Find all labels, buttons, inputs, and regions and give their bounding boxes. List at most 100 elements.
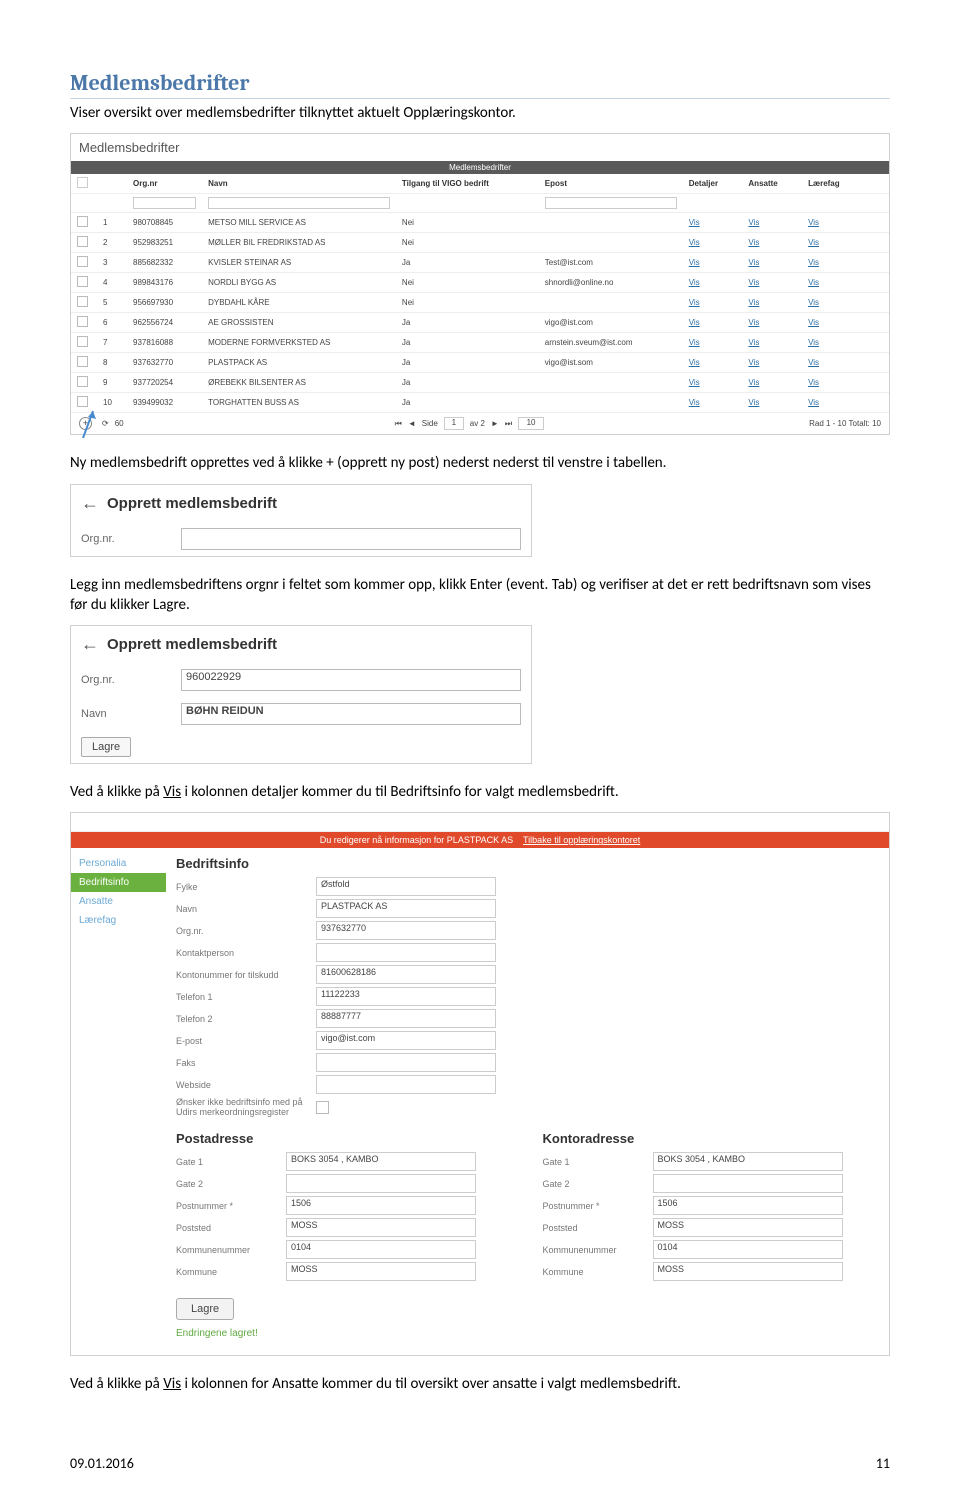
post-poststed-input[interactable]: MOSS: [286, 1218, 476, 1237]
kontor-gate2-input[interactable]: [653, 1174, 843, 1193]
vis-ansatte-link[interactable]: Vis: [748, 358, 759, 367]
vis-detaljer-link[interactable]: Vis: [689, 218, 700, 227]
orgnr-input[interactable]: [181, 528, 521, 550]
vis-ansatte-link[interactable]: Vis: [748, 218, 759, 227]
row-checkbox[interactable]: [77, 316, 88, 327]
row-checkbox[interactable]: [77, 256, 88, 267]
navn-input[interactable]: PLASTPACK AS: [316, 899, 496, 918]
col-detaljer[interactable]: Detaljer: [683, 174, 743, 194]
back-arrow-icon[interactable]: ←: [81, 634, 99, 655]
row-checkbox[interactable]: [77, 356, 88, 367]
webside-input[interactable]: [316, 1075, 496, 1094]
footer-date: 09.01.2016: [70, 1455, 134, 1472]
kontonr-input[interactable]: 81600628186: [316, 965, 496, 984]
row-number: 6: [97, 313, 127, 333]
vis-laerefag-link[interactable]: Vis: [808, 338, 819, 347]
post-kommunenr-input[interactable]: 0104: [286, 1240, 476, 1259]
select-all-checkbox[interactable]: [77, 177, 88, 188]
vis-detaljer-link[interactable]: Vis: [689, 318, 700, 327]
navn-input[interactable]: BØHN REIDUN: [181, 703, 521, 725]
screenshot-bedriftsinfo: Du redigerer nå informasjon for PLASTPAC…: [70, 812, 890, 1356]
col-ansatte[interactable]: Ansatte: [742, 174, 802, 194]
vis-ansatte-link[interactable]: Vis: [748, 338, 759, 347]
row-checkbox[interactable]: [77, 236, 88, 247]
post-gate2-input[interactable]: [286, 1174, 476, 1193]
vis-detaljer-link[interactable]: Vis: [689, 298, 700, 307]
sidebar-laerefag[interactable]: Lærefag: [71, 911, 166, 930]
col-orgnr[interactable]: Org.nr: [127, 174, 202, 194]
row-checkbox[interactable]: [77, 336, 88, 347]
kontor-poststed-input[interactable]: MOSS: [653, 1218, 843, 1237]
vis-laerefag-link[interactable]: Vis: [808, 318, 819, 327]
vis-laerefag-link[interactable]: Vis: [808, 258, 819, 267]
row-checkbox[interactable]: [77, 216, 88, 227]
vis-laerefag-link[interactable]: Vis: [808, 278, 819, 287]
pager-page-input[interactable]: 1: [444, 417, 464, 430]
post-gate1-input[interactable]: BOKS 3054 , KAMBO: [286, 1152, 476, 1171]
col-navn[interactable]: Navn: [202, 174, 396, 194]
vis-ansatte-link[interactable]: Vis: [748, 298, 759, 307]
vis-laerefag-link[interactable]: Vis: [808, 218, 819, 227]
vis-ansatte-link[interactable]: Vis: [748, 238, 759, 247]
vis-ansatte-link[interactable]: Vis: [748, 258, 759, 267]
vis-detaljer-link[interactable]: Vis: [689, 378, 700, 387]
lagre-button[interactable]: Lagre: [81, 737, 131, 757]
kontaktperson-input[interactable]: [316, 943, 496, 962]
sidebar-ansatte[interactable]: Ansatte: [71, 892, 166, 911]
kontor-gate1-input[interactable]: BOKS 3054 , KAMBO: [653, 1152, 843, 1171]
vis-ansatte-link[interactable]: Vis: [748, 398, 759, 407]
orgnr-input[interactable]: 960022929: [181, 669, 521, 691]
vis-ansatte-link[interactable]: Vis: [748, 278, 759, 287]
telefon2-input[interactable]: 88887777: [316, 1009, 496, 1028]
kontor-kommune-input[interactable]: MOSS: [653, 1262, 843, 1281]
vis-laerefag-link[interactable]: Vis: [808, 238, 819, 247]
kontor-postnr-input[interactable]: 1506: [653, 1196, 843, 1215]
pager-first-icon[interactable]: ⏮: [395, 419, 402, 429]
lagre-button[interactable]: Lagre: [176, 1298, 234, 1320]
para-5c: i kolonnen for Ansatte kommer du til ove…: [181, 1375, 681, 1393]
cell-tilgang: Ja: [396, 313, 539, 333]
members-table: Org.nr Navn Tilgang til VIGO bedrift Epo…: [71, 174, 889, 413]
vis-detaljer-link[interactable]: Vis: [689, 398, 700, 407]
col-laerefag[interactable]: Lærefag: [802, 174, 865, 194]
vis-detaljer-link[interactable]: Vis: [689, 278, 700, 287]
telefon1-input[interactable]: 11122233: [316, 987, 496, 1006]
fylke-input[interactable]: Østfold: [316, 877, 496, 896]
vis-detaljer-link[interactable]: Vis: [689, 338, 700, 347]
post-kommune-input[interactable]: MOSS: [286, 1262, 476, 1281]
vis-detaljer-link[interactable]: Vis: [689, 238, 700, 247]
back-arrow-icon[interactable]: ←: [81, 493, 99, 514]
filter-navn[interactable]: [208, 197, 390, 209]
kontor-kommunenr-input[interactable]: 0104: [653, 1240, 843, 1259]
cell-tilgang: Nei: [396, 213, 539, 233]
cell-orgnr: 956697930: [127, 293, 202, 313]
vis-detaljer-link[interactable]: Vis: [689, 358, 700, 367]
pager-size-select[interactable]: 10: [518, 417, 544, 430]
filter-orgnr[interactable]: [133, 197, 196, 209]
vis-ansatte-link[interactable]: Vis: [748, 318, 759, 327]
pager-prev-icon[interactable]: ◄: [408, 419, 416, 428]
orgnr-input[interactable]: 937632770: [316, 921, 496, 940]
cell-navn: MODERNE FORMVERKSTED AS: [202, 333, 396, 353]
col-tilgang[interactable]: Tilgang til VIGO bedrift: [396, 174, 539, 194]
vis-detaljer-link[interactable]: Vis: [689, 258, 700, 267]
sidebar-personalia[interactable]: Personalia: [71, 854, 166, 873]
sidebar-bedriftsinfo[interactable]: Bedriftsinfo: [71, 873, 166, 892]
row-checkbox[interactable]: [77, 376, 88, 387]
pager-last-icon[interactable]: ⏭: [505, 419, 512, 429]
pager-next-icon[interactable]: ►: [491, 419, 499, 428]
vis-ansatte-link[interactable]: Vis: [748, 378, 759, 387]
col-epost[interactable]: Epost: [539, 174, 683, 194]
epost-input[interactable]: vigo@ist.com: [316, 1031, 496, 1050]
filter-epost[interactable]: [545, 197, 677, 209]
faks-input[interactable]: [316, 1053, 496, 1072]
vis-laerefag-link[interactable]: Vis: [808, 298, 819, 307]
vis-laerefag-link[interactable]: Vis: [808, 398, 819, 407]
post-postnr-input[interactable]: 1506: [286, 1196, 476, 1215]
merkeordning-checkbox[interactable]: [316, 1101, 329, 1114]
back-to-office-link[interactable]: Tilbake til opplæringskontoret: [523, 835, 640, 845]
row-checkbox[interactable]: [77, 296, 88, 307]
vis-laerefag-link[interactable]: Vis: [808, 378, 819, 387]
row-checkbox[interactable]: [77, 276, 88, 287]
vis-laerefag-link[interactable]: Vis: [808, 358, 819, 367]
